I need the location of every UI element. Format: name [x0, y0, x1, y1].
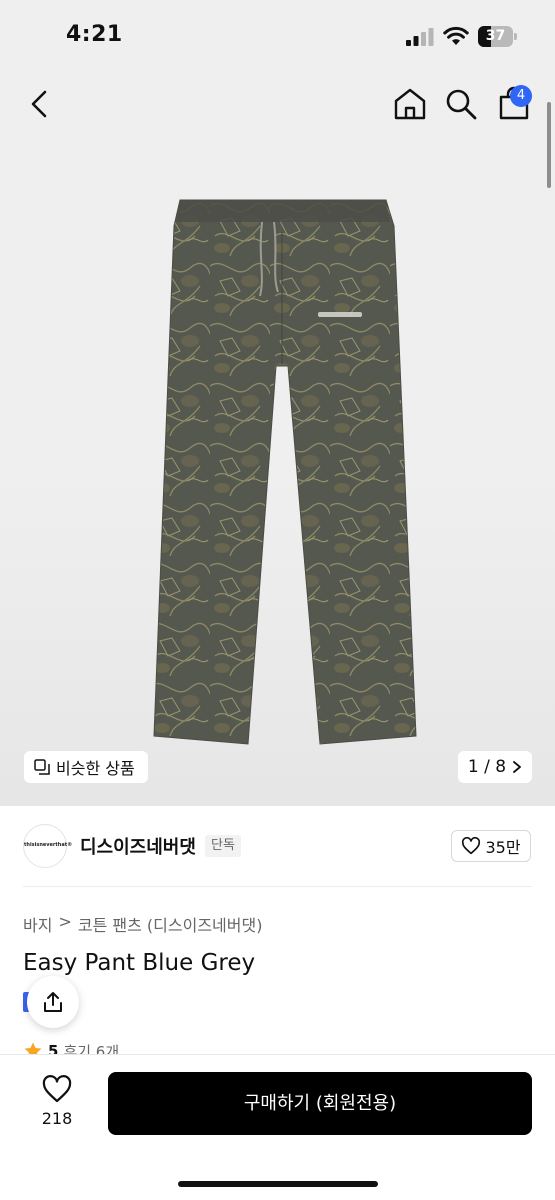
brand-like-count: 35만: [485, 838, 521, 857]
product-image: [153, 199, 417, 745]
exclusive-badge: 단독: [205, 835, 241, 857]
search-icon[interactable]: [444, 87, 478, 121]
wishlist-button[interactable]: 218: [30, 1075, 84, 1135]
bottom-action-bar: 218 구매하기 (회원전용): [0, 1054, 555, 1200]
scrollbar[interactable]: [547, 102, 551, 188]
status-bar: 4:21 37: [0, 0, 555, 70]
breadcrumb-category[interactable]: 바지: [23, 912, 52, 936]
cellular-signal-icon: [406, 28, 434, 46]
battery-level: 37: [485, 28, 506, 44]
battery-indicator: 37: [478, 26, 518, 48]
home-icon[interactable]: [392, 86, 428, 122]
wishlist-count: 218: [41, 1109, 73, 1128]
chevron-right-icon: [513, 761, 521, 773]
home-indicator: [178, 1181, 378, 1187]
cart-badge: 4: [510, 85, 532, 107]
back-icon[interactable]: [24, 88, 56, 120]
brand-logo[interactable]: thisisneverthat®: [23, 824, 73, 868]
breadcrumb-separator: >: [58, 912, 72, 931]
product-gallery[interactable]: 4 비슷한 상품 1 / 8: [0, 70, 555, 806]
product-title: Easy Pant Blue Grey: [23, 950, 256, 976]
status-time: 4:21: [66, 22, 123, 47]
similar-products-label: 비슷한 상품: [56, 759, 135, 778]
similar-products-button[interactable]: 비슷한 상품: [24, 751, 148, 783]
similar-icon: [34, 759, 50, 775]
buy-button[interactable]: 구매하기 (회원전용): [108, 1072, 532, 1135]
brand-name[interactable]: 디스이즈네버댓: [80, 833, 196, 859]
image-pager[interactable]: 1 / 8: [458, 751, 532, 783]
share-button[interactable]: [27, 976, 79, 1028]
share-icon: [44, 992, 62, 1012]
breadcrumb: 바지 > 코튼 팬츠 (디스이즈네버댓): [23, 912, 262, 936]
breadcrumb-subcategory[interactable]: 코튼 팬츠 (디스이즈네버댓): [78, 912, 263, 936]
wifi-icon: [443, 26, 469, 45]
brand-like-button[interactable]: 35만: [451, 830, 531, 862]
heart-icon: [42, 1075, 72, 1103]
brand-logo-text: thisisneverthat®: [24, 842, 73, 848]
heart-icon: [462, 837, 481, 855]
divider: [23, 886, 532, 887]
page-indicator: 1 / 8: [467, 757, 507, 777]
